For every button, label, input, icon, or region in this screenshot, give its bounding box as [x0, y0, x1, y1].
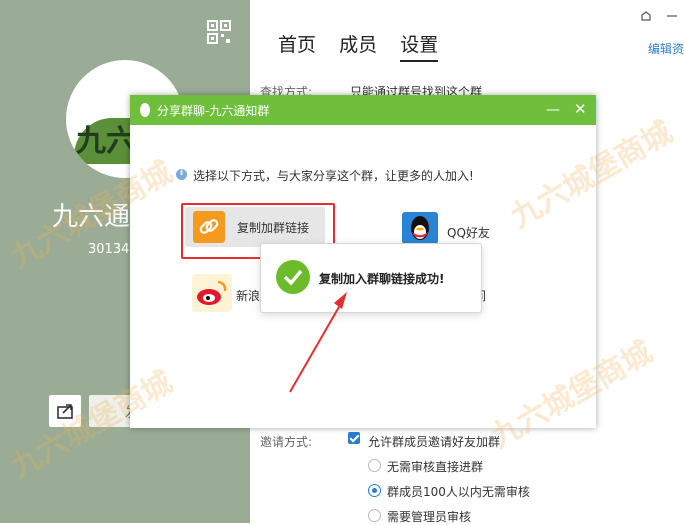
- group-tabs: 首页 成员 设置: [278, 30, 456, 62]
- share-button[interactable]: [49, 395, 81, 427]
- group-name: 九六通: [52, 202, 131, 232]
- radio-under-100-label: 群成员100人以内无需审核: [387, 485, 530, 499]
- invite-method-label: 邀请方式:: [260, 435, 313, 449]
- minimize-window-icon[interactable]: [666, 10, 678, 22]
- qq-penguin-icon: [140, 103, 150, 117]
- qq-friends-label[interactable]: QQ好友: [447, 224, 490, 241]
- radio-admin-review-label: 需要管理员审核: [387, 510, 472, 524]
- tab-home[interactable]: 首页: [278, 30, 316, 57]
- dialog-title-bar: 分享群聊-九六通知群 — ✕: [130, 95, 596, 125]
- minimize-icon[interactable]: —: [546, 102, 560, 118]
- invite-checkbox-label: 允许群成员邀请好友加群: [368, 435, 501, 449]
- info-icon: [176, 168, 187, 180]
- tab-settings[interactable]: 设置: [400, 30, 439, 62]
- checkmark-icon: [276, 260, 310, 294]
- radio-under-100[interactable]: [368, 484, 381, 497]
- avatar-logo-text: 九六: [76, 124, 136, 159]
- close-icon[interactable]: ✕: [574, 100, 587, 118]
- share-icon: [57, 404, 73, 419]
- radio-admin-review[interactable]: [368, 509, 381, 522]
- radio-no-review-label: 无需审核直接进群: [387, 460, 484, 474]
- qq-friends-icon[interactable]: [402, 212, 438, 244]
- toast-message: 复制加入群聊链接成功!: [319, 272, 445, 286]
- weibo-label[interactable]: 新浪: [236, 287, 260, 304]
- success-toast: 复制加入群聊链接成功!: [260, 243, 482, 313]
- qr-code-icon[interactable]: [207, 20, 231, 44]
- radio-no-review[interactable]: [368, 459, 381, 472]
- group-number: 30134: [88, 242, 130, 257]
- weibo-icon[interactable]: [192, 274, 232, 312]
- skin-icon[interactable]: [640, 10, 652, 22]
- dialog-title: 分享群聊-九六通知群: [157, 104, 270, 118]
- edit-info-link[interactable]: 编辑资: [648, 40, 684, 57]
- invite-checkbox[interactable]: [348, 432, 360, 444]
- share-instruction: 选择以下方式，与大家分享这个群，让更多的人加入!: [193, 169, 474, 183]
- tab-members[interactable]: 成员: [339, 30, 377, 57]
